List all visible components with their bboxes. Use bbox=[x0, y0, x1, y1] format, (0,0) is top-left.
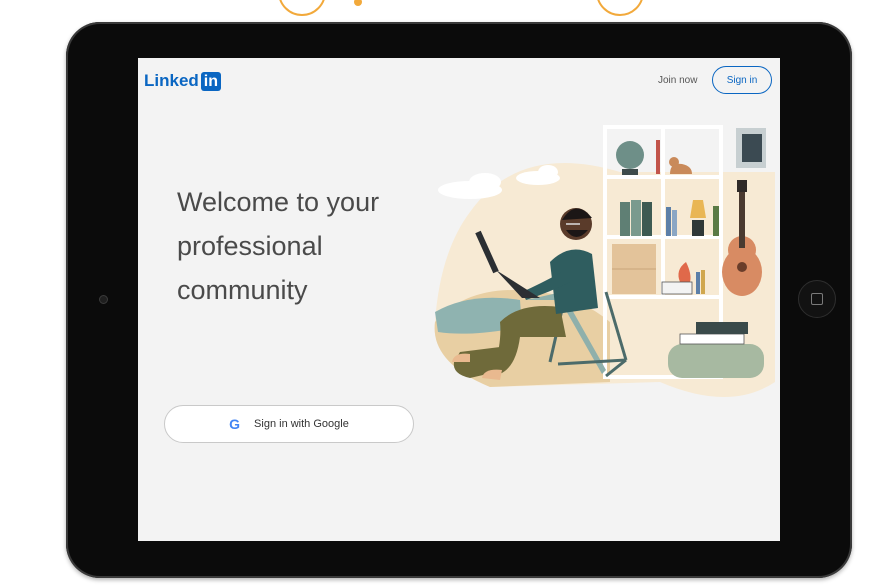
hero-illustration bbox=[434, 125, 775, 397]
page-title: Welcome to your professional community bbox=[177, 187, 380, 305]
decorative-dot bbox=[354, 0, 362, 6]
google-icon: G bbox=[229, 416, 241, 432]
decorative-circle-right bbox=[596, 0, 644, 16]
stage: Linked in Join now Sign in Welcome to yo… bbox=[0, 0, 879, 588]
google-button-label: Sign in with Google bbox=[254, 418, 349, 430]
logo-text: Linked bbox=[144, 71, 199, 90]
screen: Linked in Join now Sign in Welcome to yo… bbox=[138, 58, 780, 541]
logo-box: in bbox=[200, 71, 222, 91]
join-now-link[interactable]: Join now bbox=[658, 75, 697, 86]
sign-in-button[interactable]: Sign in bbox=[712, 66, 772, 94]
decorative-circle-left bbox=[278, 0, 326, 16]
linkedin-logo[interactable]: Linked in bbox=[144, 71, 222, 91]
sign-in-with-google-button[interactable]: G Sign in with Google bbox=[164, 405, 414, 443]
home-button-icon[interactable] bbox=[798, 280, 836, 318]
camera-icon bbox=[99, 295, 108, 304]
